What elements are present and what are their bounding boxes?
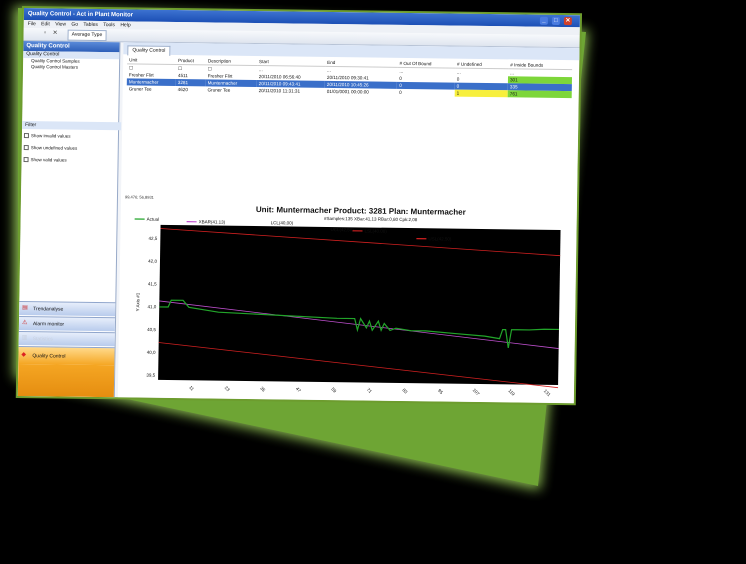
y-tick-label: 41,5 — [148, 281, 157, 286]
chart-icon: ▤ — [22, 305, 28, 312]
x-tick-label: 83 — [401, 387, 408, 394]
nav-alarm-label: Alarm monitor — [32, 321, 65, 328]
nav-footer — [17, 364, 115, 398]
stats-icon: ▥ — [21, 335, 28, 342]
menu-file[interactable]: File — [28, 21, 36, 27]
x-tick-label: 131 — [543, 388, 552, 397]
menu-edit[interactable]: Edit — [41, 21, 50, 27]
left-pane: Quality Control Quality Control Quality … — [17, 41, 122, 398]
alarm-icon: ⚠ — [21, 320, 28, 327]
cell-end: 01/01/0001 00:00:00 — [326, 88, 369, 95]
x-tick-label: 47 — [295, 386, 302, 393]
y-tick-label: 40,0 — [147, 350, 156, 355]
legend-label: LSL(40.00) — [364, 228, 387, 233]
nav-statistics[interactable]: ▥ Statistics — [18, 331, 115, 347]
y-tick-label: 39,5 — [146, 373, 155, 378]
menu-tables[interactable]: Tables — [83, 22, 98, 28]
legend-label: USL(42.50) — [428, 236, 452, 241]
chart-ucl-label: UCL(42,50) — [330, 227, 354, 232]
checkbox-icon — [23, 157, 29, 163]
control-chart[interactable]: Unit: Muntermacher Product: 3281 Plan: M… — [121, 200, 570, 402]
column-header-out-of-bound[interactable]: # Out Of Bound — [397, 59, 456, 69]
nav-quality-control[interactable]: ◆ Quality Control — [18, 346, 115, 366]
cell-start: 20/11/2010 11:31:31 — [258, 88, 301, 94]
tab-quality-control[interactable]: Quality Control — [127, 45, 171, 56]
x-tick-label: 23 — [224, 385, 231, 392]
tree-item-masters[interactable]: Quality Control Masters — [23, 64, 119, 71]
column-header-product[interactable]: Product — [176, 56, 207, 65]
chart-lcl-label: LCL(40,00) — [271, 220, 294, 225]
nav-quality-label: Quality Control — [32, 353, 66, 360]
menu-view[interactable]: View — [55, 21, 66, 27]
main-pane: Quality Control Unit Product Description… — [117, 42, 580, 404]
filter-header: Filter — [22, 121, 122, 131]
filter-invalid-checkbox[interactable]: Show invalid values — [23, 133, 71, 140]
nav-trendanalyse[interactable]: ▤ Trendanalyse — [19, 301, 116, 317]
y-tick-label: 40,5 — [147, 327, 156, 332]
x-tick-label: 59 — [330, 387, 337, 394]
menu-go[interactable]: Go — [71, 22, 78, 28]
results-table: Unit Product Description Start End # Out… — [126, 56, 573, 99]
control-chart-svg: Unit: Muntermacher Product: 3281 Plan: M… — [134, 205, 561, 398]
checkbox-icon — [23, 133, 29, 139]
y-tick-label: 42,0 — [148, 259, 157, 264]
save-icon[interactable]: ▫ — [42, 30, 49, 37]
plot-area — [158, 224, 561, 386]
nav-alarm-monitor[interactable]: ⚠ Alarm monitor — [18, 316, 116, 332]
y-tick-label: 42,5 — [149, 236, 158, 241]
cell-unit: Gruner Tee — [128, 86, 152, 92]
nav-statistics-label: Statistics — [32, 336, 53, 343]
legend-label: Actual — [147, 217, 160, 222]
nav-trendanalyse-label: Trendanalyse — [33, 306, 64, 313]
chart-stats: #Samples:135 XBar:41,13 RBar:0,80 Cpk:2,… — [324, 216, 418, 222]
x-tick-label: 95 — [437, 388, 444, 395]
filter-undefined-checkbox[interactable]: Show undefined values — [23, 145, 78, 152]
cell-undefined: 1 — [454, 89, 508, 98]
filter-valid-checkbox[interactable]: Show valid values — [23, 157, 67, 164]
close-button[interactable]: ✕ — [563, 17, 572, 26]
column-header-inside-bounds[interactable]: # Inside Bounds — [508, 61, 573, 70]
quality-icon: ◆ — [21, 352, 27, 359]
coordinate-readout: 99,476; 56,8931 — [124, 194, 154, 200]
minimize-button[interactable]: _ — [539, 16, 548, 25]
menu-tools[interactable]: Tools — [103, 22, 115, 28]
checkbox-icon — [23, 145, 29, 151]
y-axis-label: Y Axis #1 — [135, 292, 140, 311]
x-tick-label: 107 — [472, 387, 481, 396]
column-header-undefined[interactable]: # Undefined — [454, 60, 509, 69]
x-tick-label: 119 — [507, 388, 516, 397]
app-window: Quality Control - Act in Plant Monitor _… — [17, 8, 581, 404]
cell-product: 4620 — [177, 87, 188, 93]
maximize-button[interactable]: □ — [551, 16, 560, 25]
x-tick-label: 11 — [188, 385, 195, 392]
cell-description: Gruner Tee — [207, 87, 231, 93]
x-tick-label: 35 — [259, 386, 266, 393]
legend-label: XBAR(41.13) — [199, 219, 226, 224]
cell-inside-bounds: 761 — [507, 90, 572, 99]
filter-undefined-label: Show undefined values — [30, 145, 78, 151]
filter-valid-label: Show valid values — [30, 157, 67, 163]
y-tick-label: 41,0 — [147, 304, 156, 309]
filter-invalid-label: Show invalid values — [30, 133, 71, 139]
average-type-button[interactable]: Average Type — [67, 29, 107, 42]
chart-title: Unit: Muntermacher Product: 3281 Plan: M… — [256, 205, 466, 217]
cell-out-of-bound: 0 — [399, 89, 402, 95]
menu-help[interactable]: Help — [120, 22, 130, 28]
x-tick-label: 71 — [366, 387, 373, 394]
close-doc-icon[interactable]: ✕ — [52, 30, 59, 37]
